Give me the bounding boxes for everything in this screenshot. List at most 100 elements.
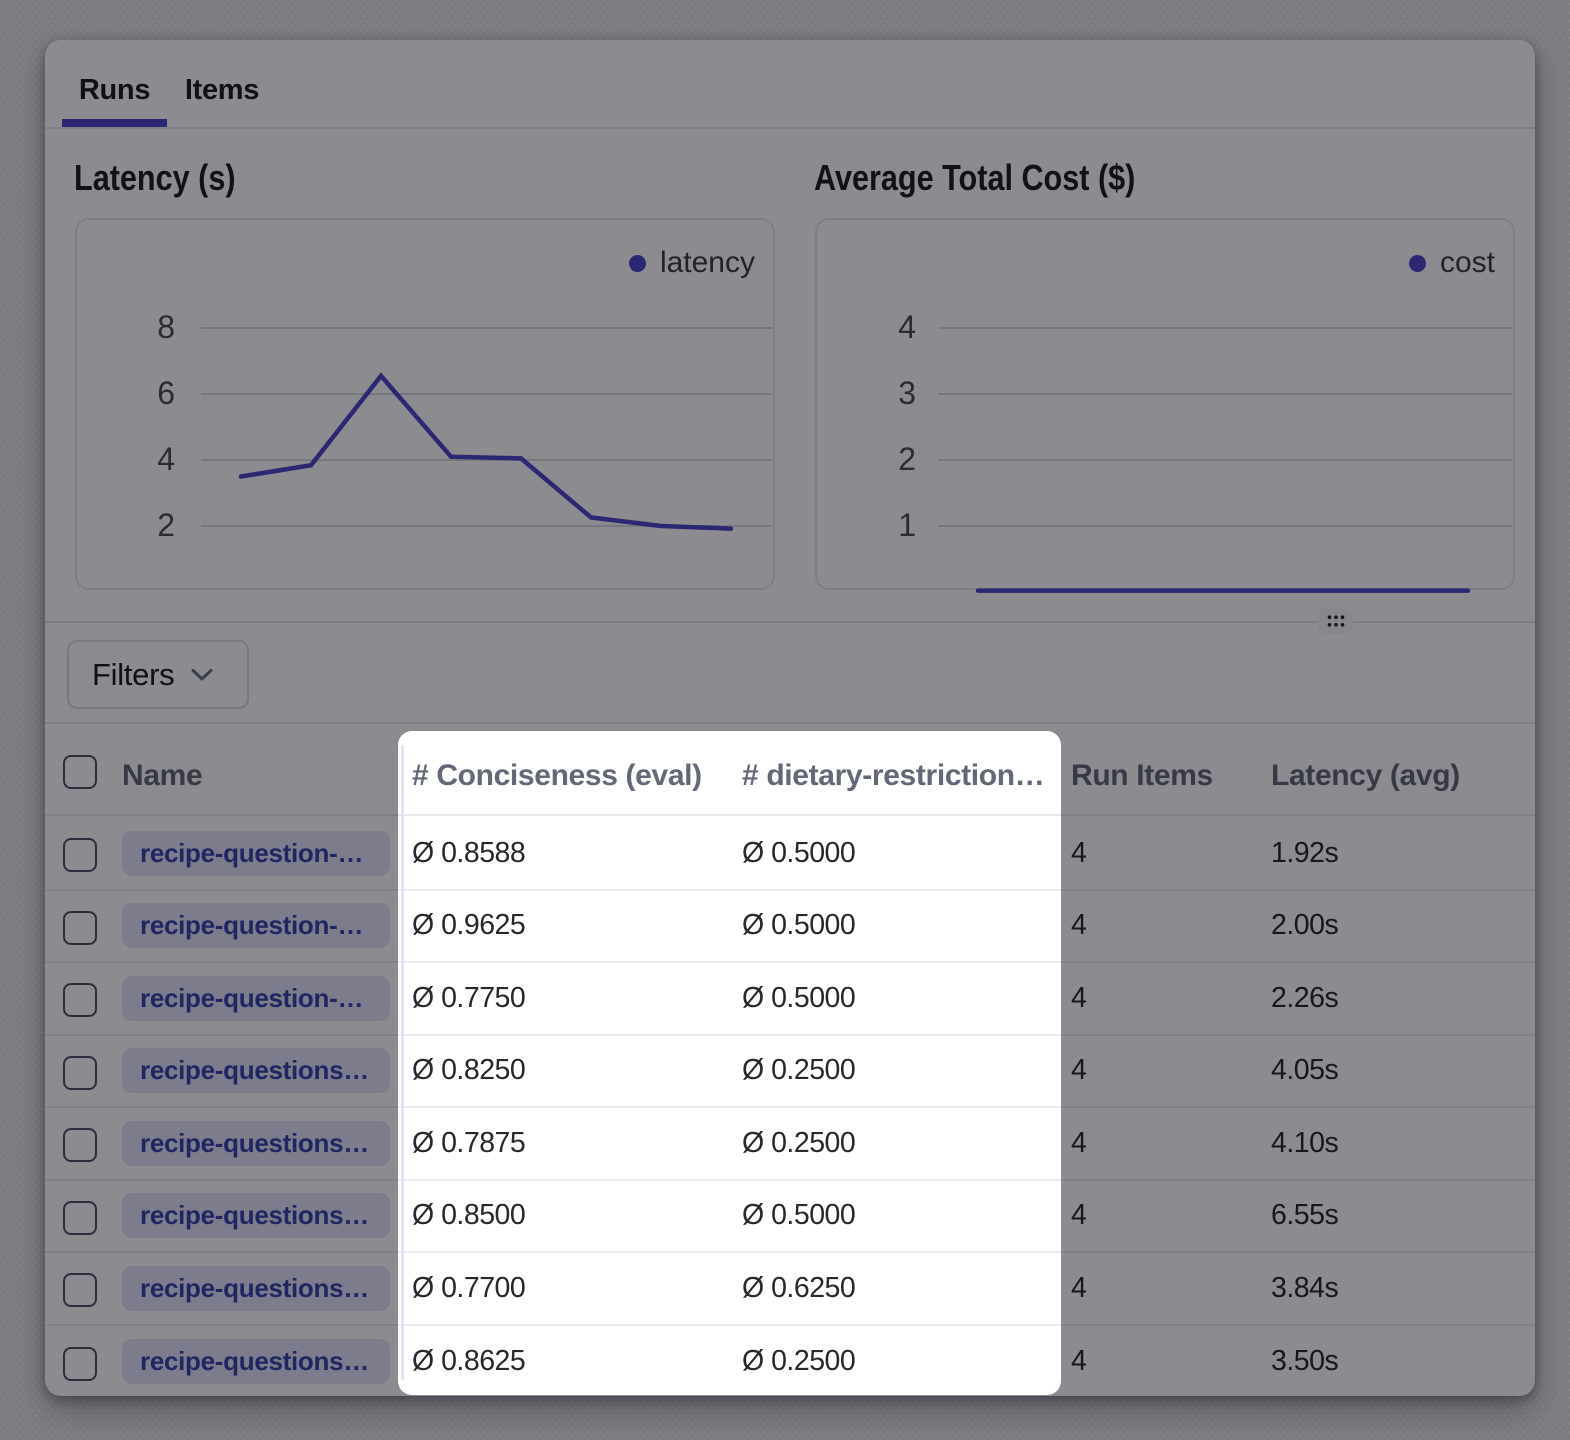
row-checkbox[interactable] (63, 1347, 97, 1381)
run-name-cell: recipe-question-… (122, 891, 390, 962)
row-checkbox[interactable] (63, 983, 97, 1017)
dietary-cell: Ø 0.5000 (742, 891, 855, 962)
table-row[interactable]: recipe-question-… Ø 0.7750 Ø 0.5000 4 2.… (45, 963, 1535, 1036)
column-header-run-items[interactable]: Run Items (1071, 724, 1213, 814)
run-name-cell: recipe-questions… (122, 1253, 390, 1324)
legend-dot-cost (1409, 255, 1426, 272)
y-tick-label: 2 (898, 441, 916, 477)
run-name-badge[interactable]: recipe-question-… (122, 831, 390, 876)
latency-cell: 3.84s (1271, 1253, 1338, 1324)
run-name-badge[interactable]: recipe-questions… (122, 1048, 390, 1093)
y-tick-label: 8 (157, 309, 175, 345)
latency-cell: 1.92s (1271, 818, 1338, 889)
dietary-cell: Ø 0.2500 (742, 1326, 855, 1399)
conciseness-cell: Ø 0.8500 (412, 1181, 525, 1252)
column-header-latency[interactable]: Latency (avg) (1271, 724, 1460, 814)
dietary-cell: Ø 0.2500 (742, 1108, 855, 1179)
row-checkbox[interactable] (63, 1201, 97, 1235)
column-header-dietary[interactable]: # dietary-restriction… (742, 724, 1044, 814)
run-name-badge[interactable]: recipe-questions… (122, 1121, 390, 1166)
conciseness-cell: Ø 0.9625 (412, 891, 525, 962)
conciseness-cell: Ø 0.7700 (412, 1253, 525, 1324)
run-name-badge[interactable]: recipe-questions… (122, 1266, 390, 1311)
latency-chart: 8 6 4 2 latency (75, 218, 775, 590)
cost-chart-legend: cost (1409, 246, 1495, 280)
table-row[interactable]: recipe-questions… Ø 0.8250 Ø 0.2500 4 4.… (45, 1036, 1535, 1109)
table-row[interactable]: recipe-questions… Ø 0.8625 Ø 0.2500 4 3.… (45, 1326, 1535, 1399)
table-row[interactable]: recipe-question-… Ø 0.8588 Ø 0.5000 4 1.… (45, 818, 1535, 891)
legend-label-cost: cost (1440, 246, 1495, 280)
latency-chart-legend: latency (629, 246, 755, 280)
section-divider (45, 621, 1535, 623)
dietary-cell: Ø 0.5000 (742, 818, 855, 889)
run-items-cell: 4 (1071, 1253, 1086, 1324)
dietary-cell: Ø 0.5000 (742, 963, 855, 1034)
latency-cell: 2.26s (1271, 963, 1338, 1034)
latency-line (241, 376, 731, 529)
legend-dot-latency (629, 255, 646, 272)
run-name-cell: recipe-questions… (122, 1108, 390, 1179)
highlighted-column-left-border (401, 745, 404, 1380)
table-header: Name # Conciseness (eval) # dietary-rest… (45, 724, 1535, 816)
cost-chart: 4 3 2 1 cost (815, 218, 1515, 590)
run-name-badge[interactable]: recipe-questions… (122, 1193, 390, 1238)
latency-cell: 4.10s (1271, 1108, 1338, 1179)
page: { "tabs": { "runs": "Runs", "items": "It… (0, 0, 1570, 1440)
runs-panel: Runs Items Latency (s) Average Total Cos… (45, 40, 1535, 1396)
latency-cell: 2.00s (1271, 891, 1338, 962)
tabs-bar: Runs Items (45, 40, 1535, 129)
row-checkbox[interactable] (63, 1056, 97, 1090)
conciseness-cell: Ø 0.8625 (412, 1326, 525, 1399)
run-items-cell: 4 (1071, 1326, 1086, 1399)
run-items-cell: 4 (1071, 891, 1086, 962)
row-checkbox[interactable] (63, 838, 97, 872)
run-name-cell: recipe-questions… (122, 1181, 390, 1252)
y-tick-label: 4 (157, 441, 175, 477)
row-checkbox[interactable] (63, 1273, 97, 1307)
table-row[interactable]: recipe-questions… Ø 0.7700 Ø 0.6250 4 3.… (45, 1253, 1535, 1326)
cost-chart-title: Average Total Cost ($) (814, 157, 1135, 199)
y-tick-label: 6 (157, 375, 175, 411)
conciseness-cell: Ø 0.7750 (412, 963, 525, 1034)
run-name-cell: recipe-questions… (122, 1326, 390, 1399)
y-tick-label: 2 (157, 507, 175, 543)
row-checkbox[interactable] (63, 911, 97, 945)
y-tick-label: 4 (898, 309, 916, 345)
latency-chart-title: Latency (s) (74, 157, 236, 199)
conciseness-cell: Ø 0.7875 (412, 1108, 525, 1179)
table-row[interactable]: recipe-question-… Ø 0.9625 Ø 0.5000 4 2.… (45, 891, 1535, 964)
latency-cell: 4.05s (1271, 1036, 1338, 1107)
run-name-cell: recipe-question-… (122, 963, 390, 1034)
chevron-down-icon (191, 669, 213, 681)
tab-items-label: Items (185, 74, 259, 107)
y-tick-label: 1 (898, 507, 916, 543)
column-header-name[interactable]: Name (122, 724, 202, 814)
dietary-cell: Ø 0.5000 (742, 1181, 855, 1252)
run-items-cell: 4 (1071, 1108, 1086, 1179)
row-checkbox[interactable] (63, 1128, 97, 1162)
conciseness-cell: Ø 0.8250 (412, 1036, 525, 1107)
table-row[interactable]: recipe-questions… Ø 0.7875 Ø 0.2500 4 4.… (45, 1108, 1535, 1181)
run-name-badge[interactable]: recipe-question-… (122, 976, 390, 1021)
select-all-checkbox[interactable] (63, 755, 97, 789)
table-row[interactable]: recipe-questions… Ø 0.8500 Ø 0.5000 4 6.… (45, 1181, 1535, 1254)
dietary-cell: Ø 0.6250 (742, 1253, 855, 1324)
run-items-cell: 4 (1071, 1181, 1086, 1252)
grip-dots-icon (1325, 613, 1347, 629)
run-name-badge[interactable]: recipe-questions… (122, 1339, 390, 1384)
filters-button-label: Filters (92, 657, 174, 693)
resize-handle[interactable] (1318, 608, 1353, 634)
run-name-cell: recipe-question-… (122, 818, 390, 889)
run-items-cell: 4 (1071, 963, 1086, 1034)
tab-items[interactable]: Items (167, 48, 277, 132)
conciseness-cell: Ø 0.8588 (412, 818, 525, 889)
run-name-badge[interactable]: recipe-question-… (122, 903, 390, 948)
y-tick-label: 3 (898, 375, 916, 411)
run-items-cell: 4 (1071, 818, 1086, 889)
latency-cell: 3.50s (1271, 1326, 1338, 1399)
active-tab-indicator (62, 119, 167, 127)
filters-button[interactable]: Filters (67, 640, 249, 709)
table-body: recipe-question-… Ø 0.8588 Ø 0.5000 4 1.… (45, 818, 1535, 1398)
run-name-cell: recipe-questions… (122, 1036, 390, 1107)
column-header-conciseness[interactable]: # Conciseness (eval) (412, 724, 702, 814)
